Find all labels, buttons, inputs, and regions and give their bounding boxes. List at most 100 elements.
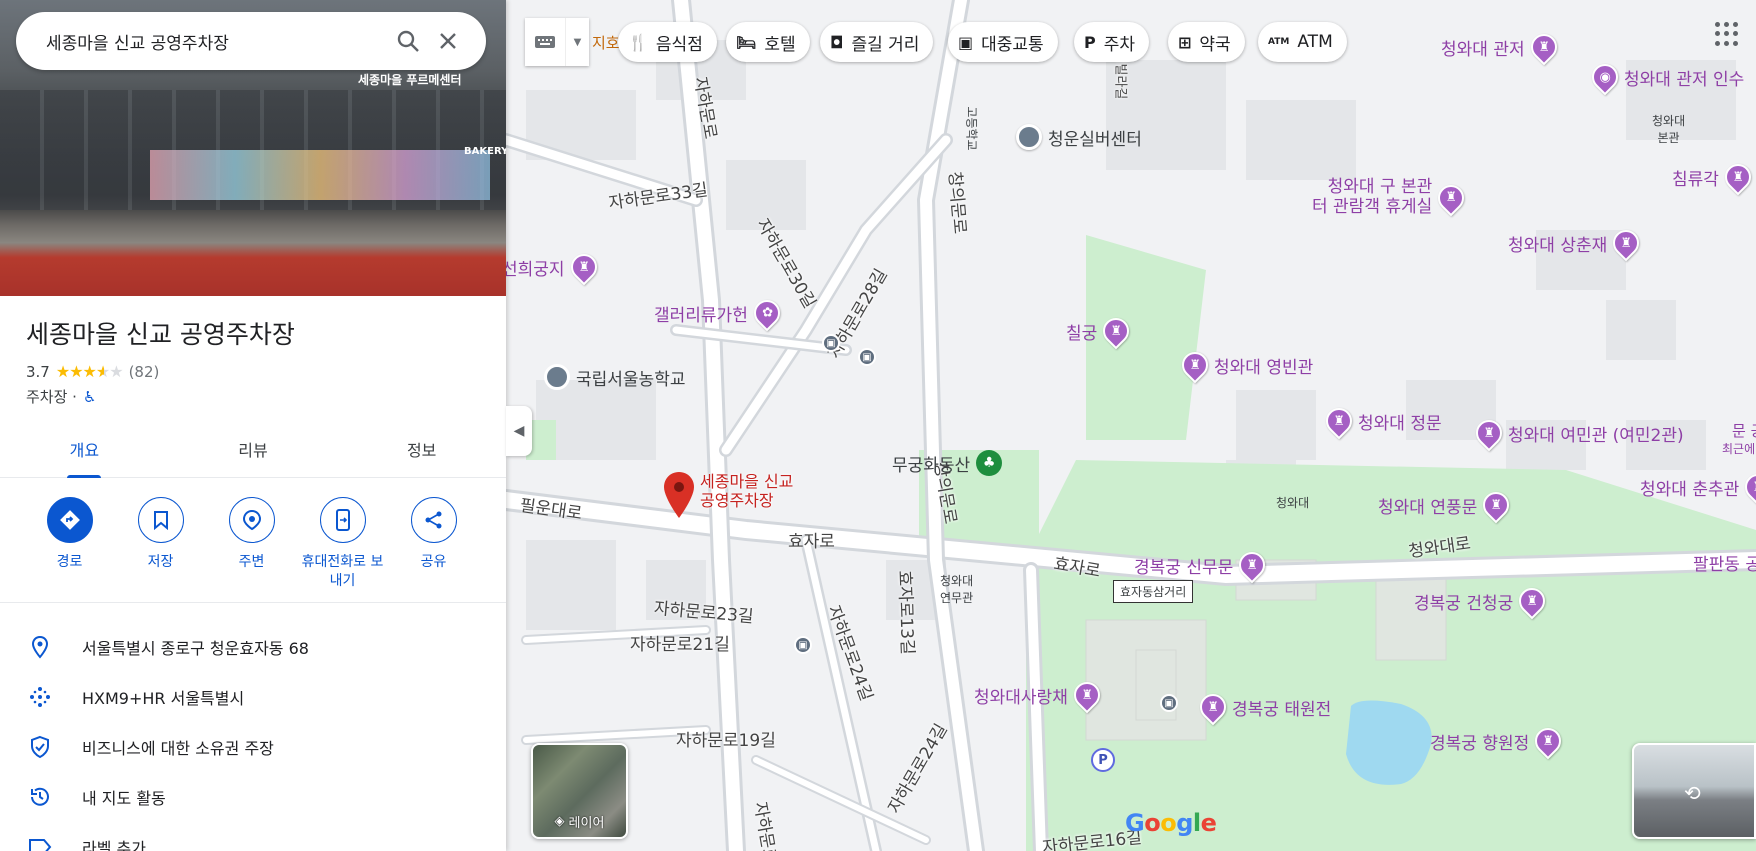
tab-reviews[interactable]: 리뷰: [169, 420, 338, 477]
keyboard-icon: [525, 18, 565, 66]
save-button[interactable]: 저장: [115, 497, 206, 591]
poi-senior-center[interactable]: 청운실버센터: [1016, 124, 1142, 150]
share-button[interactable]: 공유: [388, 497, 479, 591]
poi-label: 칠궁: [1066, 323, 1098, 344]
poi-landmark[interactable]: 경복궁 향원정 ♜: [1430, 722, 1567, 760]
chip-parking[interactable]: P 주차: [1074, 22, 1150, 62]
directions-button[interactable]: 경로: [24, 497, 115, 591]
tab-overview[interactable]: 개요: [0, 420, 169, 477]
chip-attractions[interactable]: ◘ 즐길 거리: [820, 22, 934, 62]
plus-code-row[interactable]: HXM9+HR 서울특별시: [0, 672, 506, 722]
send-to-phone-button[interactable]: 휴대전화로 보내기: [297, 497, 388, 591]
add-label-row[interactable]: 라벨 추가: [0, 822, 506, 851]
gallery-icon: ✿: [748, 294, 786, 332]
place-marker-icon: [1016, 124, 1042, 150]
chip-hotels[interactable]: 🛏 호텔: [726, 22, 810, 62]
bookmark-icon: [137, 497, 184, 543]
poi-landmark[interactable]: 청와대사랑채 ♜: [974, 676, 1106, 714]
claim-business-row[interactable]: 비즈니스에 대한 소유권 주장: [0, 722, 506, 772]
action-label: 경로: [56, 554, 83, 570]
poi-school[interactable]: 국립서울농학교: [544, 364, 685, 390]
plus-code-icon: [28, 685, 52, 709]
poi-landmark[interactable]: 침류각 ♜: [1672, 158, 1756, 196]
bus-stop-icon[interactable]: ▣: [858, 348, 876, 366]
building-label: 청와대 연무관: [940, 574, 974, 605]
poi-landmark[interactable]: 팔판동 공: [1693, 550, 1756, 575]
poi-landmark[interactable]: 선희궁지 ♜: [506, 248, 602, 286]
poi-label: 청와대 상춘재: [1508, 235, 1608, 256]
poi-landmark[interactable]: ♜ 청와대 여민관 (여민2관): [1470, 414, 1684, 452]
send-to-phone-icon: [319, 497, 366, 543]
tab-about[interactable]: 정보: [337, 420, 506, 477]
landmark-icon: ♜: [1194, 688, 1232, 726]
rating-row[interactable]: 3.7 ★★★★★ (82): [26, 362, 159, 381]
nearby-icon: [228, 497, 275, 543]
poi-landmark[interactable]: 청와대 춘추관 ♜: [1640, 468, 1756, 506]
map-canvas[interactable]: 자하문로33길 자하문로30길 자하문로28길 자하문로 창의문로 필운대로 효…: [506, 0, 1756, 851]
collapse-panel-button[interactable]: ◀: [506, 406, 532, 456]
bus-stop-icon[interactable]: ▣: [1160, 694, 1178, 712]
street-view-thumbnail[interactable]: ⟲: [1632, 743, 1756, 839]
poi-label: 청와대 여민관 (여민2관): [1508, 425, 1684, 446]
poi-landmark[interactable]: 청와대 구 본관 터 관람객 휴게실 ♜: [1312, 177, 1470, 217]
bus-stop-icon[interactable]: ▣: [822, 334, 840, 352]
transit-icon: ▣: [958, 32, 974, 52]
camera-icon: ◘: [830, 32, 844, 52]
chip-atm[interactable]: ATM ATM: [1258, 22, 1347, 62]
chip-restaurants[interactable]: 🍴 음식점: [618, 22, 717, 62]
poi-park[interactable]: 무궁화동산 ♣: [892, 450, 1003, 476]
search-input[interactable]: [46, 31, 388, 51]
map-activity-row[interactable]: 내 지도 활동: [0, 772, 506, 822]
poi-landmark[interactable]: ♜ 경복궁 태원전: [1194, 688, 1331, 726]
nearby-button[interactable]: 주변: [206, 497, 297, 591]
poi-label: 청와대사랑채: [974, 687, 1068, 708]
chevron-left-icon: ◀: [513, 423, 525, 439]
keyboard-toggle[interactable]: ▼: [525, 18, 589, 66]
review-count[interactable]: (82): [129, 363, 160, 381]
landmark-icon: ♜: [1176, 346, 1214, 384]
chip-pharmacy[interactable]: ⊞ 약국: [1168, 22, 1245, 62]
poi-landmark[interactable]: 청와대 관저 ♜: [1441, 28, 1562, 66]
place-tabs: 개요 리뷰 정보: [0, 420, 506, 478]
poi-label: 무궁화동산: [892, 455, 971, 476]
star-rating-icon: ★★★★★: [55, 362, 124, 381]
poi-landmark[interactable]: ♜ 청와대 정문: [1320, 402, 1442, 440]
rating-value: 3.7: [26, 362, 50, 381]
landmark-icon: ♜: [1233, 546, 1271, 584]
building-label: 청와대 본관: [1652, 114, 1686, 145]
poi-landmark[interactable]: 칠궁 ♜: [1066, 312, 1135, 350]
poi-landmark[interactable]: ♜ 청와대 영빈관: [1176, 346, 1313, 384]
google-logo-letter: l: [1192, 809, 1201, 837]
verified-shield-icon: [28, 735, 52, 759]
poi-landmark[interactable]: 갤러리류가헌 ✿: [654, 294, 786, 332]
poi-landmark[interactable]: 청와대 연풍문 ♜: [1378, 486, 1515, 524]
search-icon[interactable]: [388, 21, 428, 61]
layers-button[interactable]: ◈ 레이어: [531, 743, 628, 839]
road-label: 자하문로21길: [630, 635, 730, 655]
poi-label: 청와대 정문: [1358, 413, 1442, 434]
parking-icon[interactable]: P: [1091, 748, 1115, 772]
poi-landmark[interactable]: 경복궁 신무문 ♜: [1134, 546, 1271, 584]
selected-place-marker[interactable]: 세종마을 신교 공영주차장: [664, 472, 793, 518]
search-box[interactable]: [16, 12, 486, 70]
chip-transit[interactable]: ▣ 대중교통: [948, 22, 1058, 62]
close-icon[interactable]: [428, 21, 468, 61]
chevron-down-icon[interactable]: ▼: [565, 18, 589, 66]
bus-stop-icon[interactable]: ▣: [794, 636, 812, 654]
poi-landmark[interactable]: 문 공: [1732, 420, 1756, 441]
info-text: 비즈니스에 대한 소유권 주장: [82, 739, 274, 758]
layers-label: 레이어: [568, 816, 605, 831]
poi-landmark[interactable]: 청와대 상춘재 ♜: [1508, 224, 1645, 262]
selected-place-label-line: 공영주차장: [700, 491, 774, 511]
action-label: 주변: [238, 554, 265, 570]
intersection-label: 효자동삼거리: [1113, 580, 1194, 603]
poi-landmark[interactable]: 최근에: [1722, 440, 1755, 457]
school-icon: [544, 364, 570, 390]
poi-label: 청운실버센터: [1048, 129, 1142, 150]
address-row[interactable]: 서울특별시 종로구 청운효자동 68: [0, 622, 506, 672]
atm-icon: ATM: [1268, 37, 1290, 47]
poi-landmark[interactable]: 경복궁 건청궁 ♜: [1414, 582, 1551, 620]
poi-landmark[interactable]: ◉ 청와대 관저 인수: [1586, 58, 1744, 96]
google-apps-icon[interactable]: [1715, 22, 1739, 46]
info-text: 내 지도 활동: [82, 789, 166, 808]
